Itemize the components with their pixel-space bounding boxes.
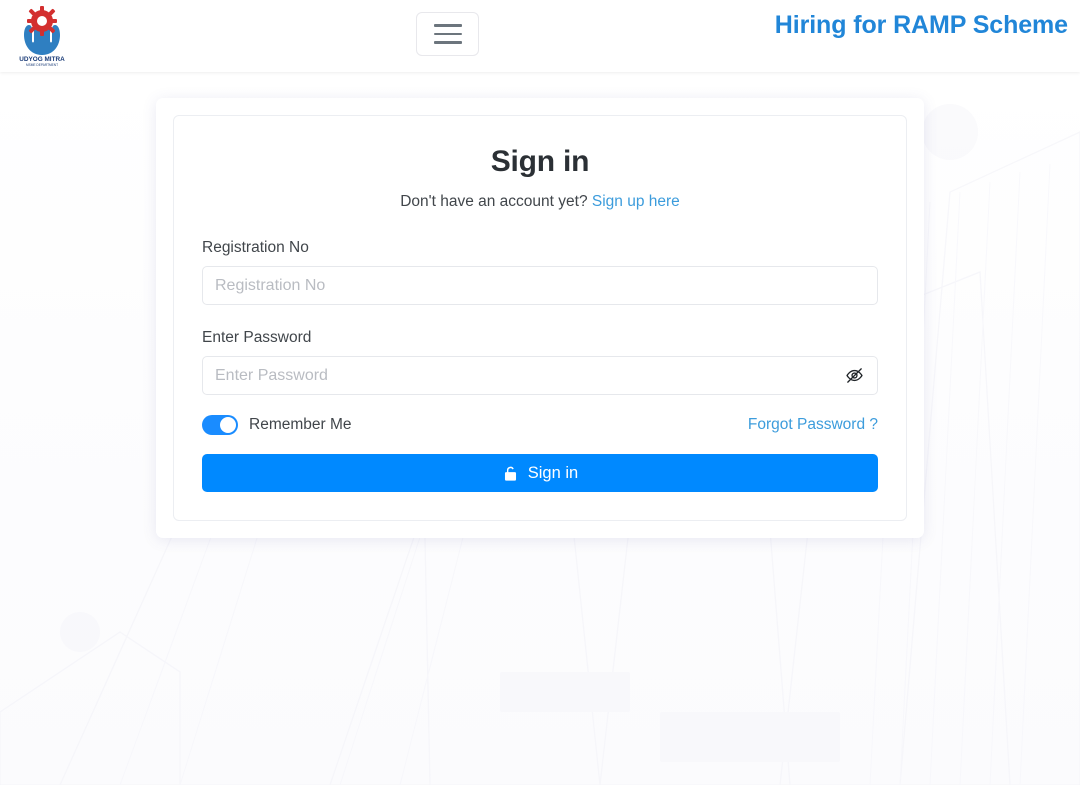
signin-submit-button[interactable]: Sign in [202, 454, 878, 492]
signin-card: Sign in Don't have an account yet? Sign … [173, 115, 907, 521]
signin-heading: Sign in [490, 145, 590, 178]
eye-off-icon[interactable] [834, 356, 874, 395]
password-field-group: Enter Password [202, 329, 878, 395]
signin-outer-card: Sign in Don't have an account yet? Sign … [156, 98, 924, 538]
unlock-icon [502, 464, 519, 483]
signup-link[interactable]: Sign up here [592, 193, 680, 210]
navbar-toggle-button[interactable] [416, 12, 479, 56]
hamburger-bar-1 [433, 24, 462, 27]
remember-me-control[interactable]: Remember Me [202, 415, 352, 435]
svg-text:UDYOG MITRA: UDYOG MITRA [19, 56, 65, 63]
registration-input[interactable] [202, 266, 878, 305]
hamburger-bar-2 [433, 32, 462, 36]
registration-field-group: Registration No [202, 239, 878, 305]
signup-prompt-text: Don't have an account yet? [400, 193, 588, 210]
signup-prompt-row: Don't have an account yet? Sign up here [202, 193, 878, 211]
svg-text:MSME DEPARTMENT: MSME DEPARTMENT [26, 63, 58, 67]
options-row: Remember Me Forgot Password ? [202, 415, 878, 435]
signin-button-label: Sign in [527, 463, 579, 482]
registration-input-wrap [202, 266, 878, 305]
password-label: Enter Password [202, 329, 312, 346]
hamburger-bar-3 [433, 41, 462, 44]
app-header: UDYOG MITRA MSME DEPARTMENT Hiring for R… [0, 0, 1080, 72]
remember-me-toggle[interactable] [202, 415, 238, 435]
page-title: Hiring for RAMP Scheme [774, 11, 1068, 39]
forgot-password-link[interactable]: Forgot Password ? [748, 416, 878, 434]
password-input[interactable] [202, 356, 878, 395]
registration-label: Registration No [202, 239, 309, 256]
password-input-wrap [202, 356, 878, 395]
remember-me-label: Remember Me [249, 416, 352, 433]
udyog-mitra-logo: UDYOG MITRA MSME DEPARTMENT [19, 6, 65, 67]
